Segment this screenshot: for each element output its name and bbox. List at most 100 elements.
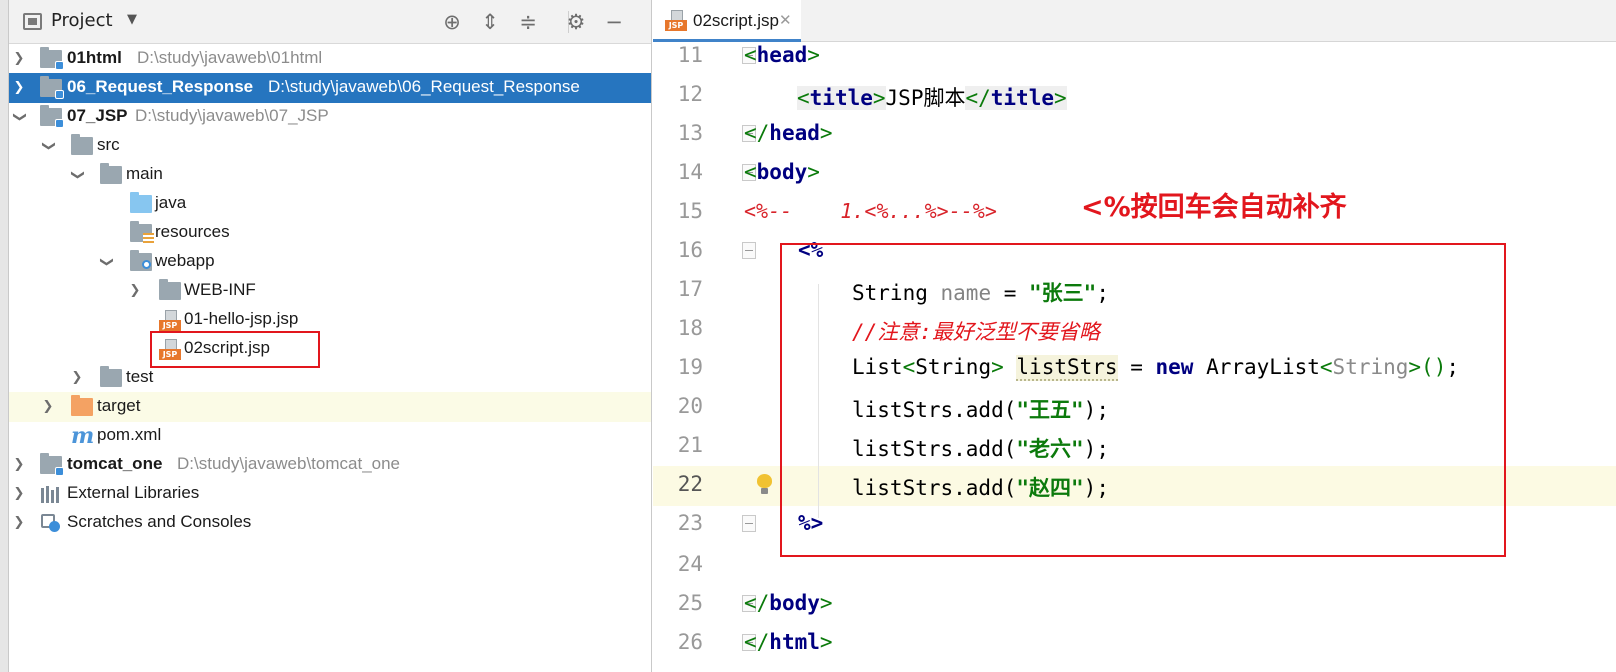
chevron-right-icon[interactable]: ❯: [12, 515, 26, 531]
tree-item-01html[interactable]: ❯ 01html D:\study\javaweb\01html: [9, 44, 651, 74]
line-number: 25: [677, 591, 703, 615]
tree-item-label: webapp: [155, 251, 215, 270]
tree-item-path: D:\study\javaweb\tomcat_one: [177, 454, 401, 473]
left-tool-strip: [0, 0, 9, 672]
tree-item-webapp[interactable]: ❯ webapp: [9, 247, 651, 277]
line-number: 17: [677, 277, 703, 301]
project-title[interactable]: Project: [51, 10, 113, 31]
tree-item-test[interactable]: ❯ test: [9, 363, 651, 393]
scratches-icon: [40, 513, 62, 533]
folder-icon: [71, 134, 93, 155]
minimize-icon[interactable]: −: [601, 9, 627, 35]
tree-item-target[interactable]: ❯ target: [9, 392, 651, 422]
tree-item-label: tomcat_one: [67, 454, 163, 473]
chevron-down-icon[interactable]: ❯: [11, 110, 27, 124]
tree-item-label: test: [126, 367, 154, 386]
code-line[interactable]: 12 <title>JSP脚本</title>: [653, 76, 1616, 115]
file-highlight-box: [150, 331, 320, 368]
code-text: </body>: [744, 591, 833, 615]
tree-item-scratches-and-consoles[interactable]: ❯ Scratches and Consoles: [9, 508, 651, 538]
fold-marker-icon[interactable]: [742, 515, 756, 532]
code-text: </html>: [744, 630, 833, 654]
line-number: 16: [677, 238, 703, 262]
code-text: <head>: [744, 43, 820, 67]
expand-all-icon[interactable]: ⇕: [477, 9, 503, 35]
code-text: </head>: [744, 121, 833, 145]
chevron-right-icon[interactable]: ❯: [128, 283, 142, 299]
tree-item-label: main: [126, 164, 163, 183]
source-folder-icon: [130, 192, 152, 213]
tree-item-label: src: [97, 135, 120, 154]
jsp-file-icon: JSP: [159, 310, 181, 332]
module-folder-icon: [40, 76, 64, 99]
jsp-comment: <%-- 1.<%...%>--%>: [744, 199, 997, 223]
line-number: 13: [677, 121, 703, 145]
line-number: 12: [677, 82, 703, 106]
chevron-right-icon[interactable]: ❯: [41, 399, 55, 415]
tab-02script-jsp[interactable]: JSP 02script.jsp ✕: [653, 0, 801, 42]
chevron-right-icon[interactable]: ❯: [70, 370, 84, 386]
annotation-text: <%按回车会自动补齐: [1081, 192, 1347, 223]
code-line[interactable]: 11 <head>: [653, 37, 1616, 76]
tree-item-src[interactable]: ❯ src: [9, 131, 651, 161]
chevron-down-icon[interactable]: ❯: [98, 255, 114, 269]
lightbulb-icon[interactable]: [757, 474, 772, 496]
line-number: 26: [677, 630, 703, 654]
module-folder-icon: [40, 47, 64, 70]
line-number: 22: [677, 472, 703, 496]
tree-item-path: D:\study\javaweb\01html: [137, 48, 323, 67]
tree-item-07-jsp[interactable]: ❯ 07_JSP D:\study\javaweb\07_JSP: [9, 102, 651, 132]
code-line[interactable]: 13 </head>: [653, 115, 1616, 154]
chevron-right-icon[interactable]: ❯: [12, 80, 26, 96]
folder-icon: [100, 366, 122, 387]
collapse-all-icon[interactable]: ≑: [515, 9, 541, 35]
tree-item-02script-jsp[interactable]: JSP 02script.jsp: [9, 334, 651, 364]
locate-icon[interactable]: ⊕: [439, 9, 465, 35]
maven-icon: m: [71, 423, 95, 449]
close-icon[interactable]: ✕: [779, 11, 792, 29]
tree-item-label: 01-hello-jsp.jsp: [184, 309, 299, 328]
tree-item-01-hello-jsp[interactable]: JSP 01-hello-jsp.jsp: [9, 305, 651, 335]
tree-item-label: target: [97, 396, 141, 415]
project-window-icon: [23, 13, 42, 30]
excluded-folder-icon: [71, 395, 93, 416]
tree-item-external-libraries[interactable]: ❯ External Libraries: [9, 479, 651, 509]
tree-item-label: 07_JSP: [67, 106, 128, 125]
folder-icon: [159, 279, 181, 300]
tree-item-resources[interactable]: resources: [9, 218, 651, 248]
line-number: 23: [677, 511, 703, 535]
code-text: <title>JSP脚本</title>: [797, 86, 1067, 110]
libraries-icon: [40, 486, 62, 503]
tree-item-web-inf[interactable]: ❯ WEB-INF: [9, 276, 651, 306]
code-highlight-box: [780, 243, 1506, 557]
chevron-down-icon[interactable]: ❯: [69, 168, 85, 182]
module-folder-icon: [40, 453, 64, 476]
gear-icon[interactable]: ⚙: [563, 9, 589, 35]
chevron-down-icon[interactable]: ▼: [127, 12, 137, 27]
folder-icon: [100, 163, 122, 184]
fold-marker-icon[interactable]: [742, 242, 756, 259]
jsp-file-icon: JSP: [665, 10, 687, 32]
tree-item-path: D:\study\javaweb\06_Request_Response: [268, 77, 580, 96]
resources-folder-icon: [130, 221, 154, 243]
tree-item-java[interactable]: java: [9, 189, 651, 219]
code-line[interactable]: 26 </html>: [653, 624, 1616, 663]
tab-label: 02script.jsp: [693, 11, 779, 30]
tree-item-pom-xml[interactable]: m pom.xml: [9, 421, 651, 451]
module-folder-icon: [40, 105, 64, 128]
tree-item-label: Scratches and Consoles: [67, 512, 252, 531]
line-number: 14: [677, 160, 703, 184]
tree-item-06-request-response[interactable]: ❯ 06_Request_Response D:\study\javaweb\0…: [9, 73, 651, 103]
tree-item-main[interactable]: ❯ main: [9, 160, 651, 190]
chevron-right-icon[interactable]: ❯: [12, 457, 26, 473]
code-line[interactable]: 25 </body>: [653, 585, 1616, 624]
chevron-down-icon[interactable]: ❯: [40, 139, 56, 153]
chevron-right-icon[interactable]: ❯: [12, 51, 26, 67]
tree-item-label: WEB-INF: [184, 280, 256, 299]
tree-item-label: 01html: [67, 48, 122, 67]
project-header: Project ▼ ⊕ ⇕ ≑ ⚙ −: [9, 0, 651, 44]
tree-item-label: resources: [155, 222, 230, 241]
chevron-right-icon[interactable]: ❯: [12, 486, 26, 502]
tree-item-tomcat-one[interactable]: ❯ tomcat_one D:\study\javaweb\tomcat_one: [9, 450, 651, 480]
tree-item-label: External Libraries: [67, 483, 200, 502]
